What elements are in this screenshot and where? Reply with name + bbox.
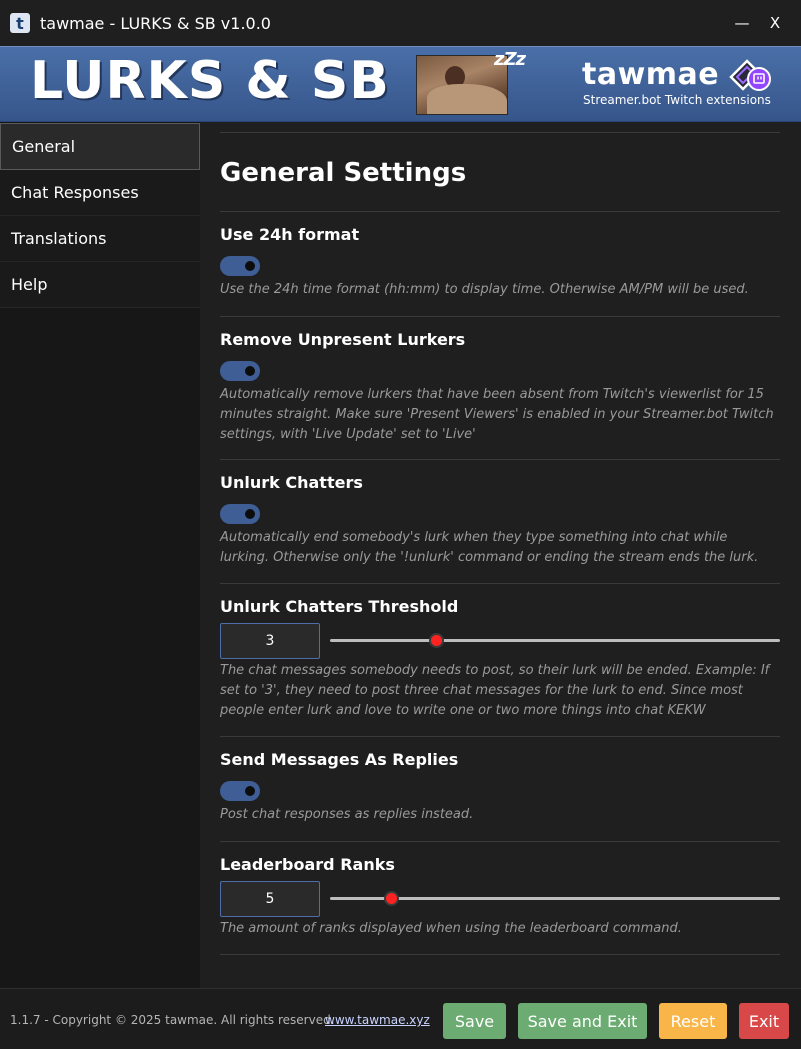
- slider-thumb[interactable]: [383, 891, 399, 906]
- divider: [220, 954, 780, 955]
- page-title: General Settings: [220, 158, 467, 188]
- title-bar: t tawmae - LURKS & SB v1.0.0 — X: [0, 0, 801, 46]
- brand-name: tawmae: [582, 57, 720, 92]
- toggle-24h-format[interactable]: [220, 256, 260, 276]
- divider: [220, 132, 780, 133]
- zzz-text: zZz: [494, 49, 526, 70]
- exit-button[interactable]: Exit: [739, 1003, 789, 1039]
- save-and-exit-button[interactable]: Save and Exit: [518, 1003, 647, 1039]
- settings-panel: General Settings Use 24h format Use the …: [200, 122, 801, 988]
- reset-button[interactable]: Reset: [659, 1003, 727, 1039]
- leaderboard-ranks-input[interactable]: [220, 881, 320, 917]
- sidebar-item-label: General: [12, 137, 76, 156]
- divider: [220, 583, 780, 584]
- sidebar-item-translations[interactable]: Translations: [0, 216, 200, 262]
- setting-description: Post chat responses as replies instead.: [220, 807, 474, 822]
- setting-title-24h-format: Use 24h format: [220, 225, 360, 244]
- setting-title-send-as-replies: Send Messages As Replies: [220, 750, 459, 769]
- setting-description: Use the 24h time format (hh:mm) to displ…: [220, 282, 749, 297]
- setting-description: The chat messages somebody needs to post…: [220, 663, 770, 718]
- website-link[interactable]: www.tawmae.xyz: [325, 1013, 430, 1027]
- unlurk-threshold-input[interactable]: [220, 623, 320, 659]
- banner-title: LURKS & SB: [30, 51, 390, 111]
- setting-title-unlurk-chatters: Unlurk Chatters: [220, 473, 363, 492]
- divider: [220, 211, 780, 212]
- save-button[interactable]: Save: [443, 1003, 506, 1039]
- setting-title-leaderboard-ranks: Leaderboard Ranks: [220, 855, 395, 874]
- setting-description: Automatically remove lurkers that have b…: [220, 387, 774, 442]
- toggle-unlurk-chatters[interactable]: [220, 504, 260, 524]
- sidebar-item-general[interactable]: General: [0, 123, 200, 170]
- leaderboard-ranks-slider[interactable]: [330, 881, 780, 917]
- brand-logo-icon: [729, 59, 771, 91]
- sidebar-item-label: Translations: [11, 229, 107, 248]
- toggle-send-as-replies[interactable]: [220, 781, 260, 801]
- header-banner: LURKS & SB zZz tawmae Streamer.bot Twitc…: [0, 46, 801, 122]
- sidebar-item-label: Chat Responses: [11, 183, 139, 202]
- close-button[interactable]: X: [755, 0, 795, 46]
- sidebar-item-help[interactable]: Help: [0, 262, 200, 308]
- sidebar: General Chat Responses Translations Help: [0, 122, 200, 988]
- setting-description: Automatically end somebody's lurk when t…: [220, 530, 759, 565]
- toggle-remove-unpresent-lurkers[interactable]: [220, 361, 260, 381]
- divider: [220, 736, 780, 737]
- slider-thumb[interactable]: [428, 633, 444, 648]
- window-title: tawmae - LURKS & SB v1.0.0: [40, 13, 271, 33]
- sidebar-item-label: Help: [11, 275, 48, 294]
- setting-title-unlurk-threshold: Unlurk Chatters Threshold: [220, 597, 459, 616]
- footer-bar: 1.1.7 - Copyright © 2025 tawmae. All rig…: [0, 988, 801, 1049]
- app-icon: t: [10, 13, 30, 33]
- setting-description: The amount of ranks displayed when using…: [220, 921, 682, 936]
- divider: [220, 841, 780, 842]
- setting-title-remove-unpresent-lurkers: Remove Unpresent Lurkers: [220, 330, 466, 349]
- sidebar-item-chat-responses[interactable]: Chat Responses: [0, 170, 200, 216]
- copyright-text: 1.1.7 - Copyright © 2025 tawmae. All rig…: [10, 1013, 335, 1027]
- divider: [220, 316, 780, 317]
- divider: [220, 459, 780, 460]
- unlurk-threshold-slider[interactable]: [330, 623, 780, 659]
